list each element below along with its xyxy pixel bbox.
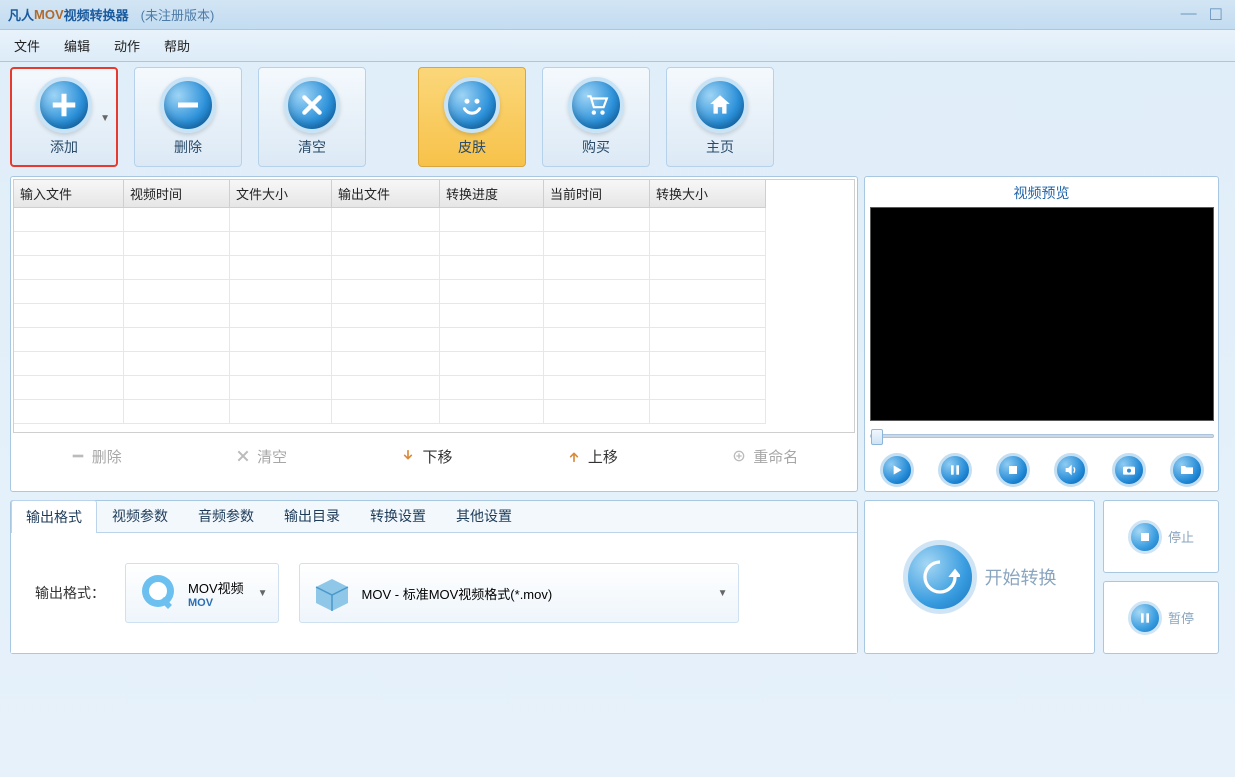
menu-help[interactable]: 帮助 — [164, 36, 190, 55]
col-convert-size[interactable]: 转换大小 — [650, 180, 766, 208]
format-category-dropdown[interactable]: MOV视频 MOV ▼ — [125, 563, 279, 623]
seek-bar[interactable] — [870, 427, 1214, 445]
minus-icon — [160, 77, 216, 133]
pause-icon — [1128, 601, 1162, 635]
tab-convert-settings[interactable]: 转换设置 — [355, 499, 441, 532]
window-controls: — ☐ — [1177, 5, 1227, 25]
menu-file[interactable]: 文件 — [14, 36, 40, 55]
format-category: MOV视频 — [188, 578, 244, 597]
clear-button[interactable]: 清空 — [258, 67, 366, 167]
app-title-post: 视频转换器 — [64, 5, 129, 24]
start-icon — [903, 540, 977, 614]
home-label: 主页 — [706, 137, 734, 157]
grid-header: 输入文件 视频时间 文件大小 输出文件 转换进度 当前时间 转换大小 — [14, 180, 854, 208]
menu-edit[interactable]: 编辑 — [64, 36, 90, 55]
home-icon — [692, 77, 748, 133]
add-button[interactable]: ▼ 添加 — [10, 67, 118, 167]
titlebar: 凡人 MOV 视频转换器 (未注册版本) — ☐ — [0, 0, 1235, 30]
tab-other-settings[interactable]: 其他设置 — [441, 499, 527, 532]
clear-label: 清空 — [298, 137, 326, 157]
list-move-up-button[interactable]: 上移 — [566, 446, 618, 467]
list-clear-button[interactable]: 清空 — [235, 446, 287, 467]
maximize-button[interactable]: ☐ — [1205, 5, 1227, 25]
pause-button[interactable] — [938, 453, 972, 487]
buy-button[interactable]: 购买 — [542, 67, 650, 167]
settings-tabs: 输出格式 视频参数 音频参数 输出目录 转换设置 其他设置 输出格式： MOV视… — [10, 500, 858, 654]
tab-output-format[interactable]: 输出格式 — [11, 500, 97, 533]
col-current-time[interactable]: 当前时间 — [544, 180, 650, 208]
tab-audio-params[interactable]: 音频参数 — [183, 499, 269, 532]
seek-thumb[interactable] — [871, 429, 883, 445]
preview-title: 视频预览 — [1014, 183, 1070, 203]
list-rename-button[interactable]: 重命名 — [731, 446, 798, 467]
volume-button[interactable] — [1054, 453, 1088, 487]
pause-convert-button[interactable]: 暂停 — [1103, 581, 1219, 654]
format-preset-dropdown[interactable]: MOV - 标准MOV视频格式(*.mov) ▼ — [299, 563, 739, 623]
col-file-size[interactable]: 文件大小 — [230, 180, 332, 208]
smile-icon — [444, 77, 500, 133]
col-output-file[interactable]: 输出文件 — [332, 180, 440, 208]
app-title-mid: MOV — [34, 7, 64, 22]
folder-button[interactable] — [1170, 453, 1204, 487]
quicktime-icon — [136, 571, 180, 615]
box-icon — [310, 571, 354, 615]
delete-label: 删除 — [174, 137, 202, 157]
x-icon — [284, 77, 340, 133]
chevron-down-icon: ▼ — [718, 588, 728, 599]
play-button[interactable] — [880, 453, 914, 487]
format-category-sub: MOV — [188, 597, 244, 609]
main-toolbar: ▼ 添加 删除 清空 皮肤 购买 主页 — [0, 62, 1235, 172]
add-label: 添加 — [50, 137, 78, 157]
tab-body-output: 输出格式： MOV视频 MOV ▼ MOV - 标准MOV视频格式(*.mov)… — [11, 533, 857, 653]
list-delete-button[interactable]: 删除 — [70, 446, 122, 467]
list-move-down-button[interactable]: 下移 — [400, 446, 452, 467]
playback-controls — [880, 453, 1204, 487]
menubar: 文件 编辑 动作 帮助 — [0, 30, 1235, 62]
start-convert-button[interactable]: 开始转换 — [864, 500, 1095, 654]
cart-icon — [568, 77, 624, 133]
preview-panel: 视频预览 — [864, 176, 1219, 492]
col-input-file[interactable]: 输入文件 — [14, 180, 124, 208]
app-title-pre: 凡人 — [8, 5, 34, 24]
delete-button[interactable]: 删除 — [134, 67, 242, 167]
convert-action-panel: 开始转换 停止 暂停 — [864, 500, 1219, 654]
video-preview[interactable] — [870, 207, 1214, 421]
home-button[interactable]: 主页 — [666, 67, 774, 167]
stop-convert-button[interactable]: 停止 — [1103, 500, 1219, 573]
skin-button[interactable]: 皮肤 — [418, 67, 526, 167]
file-grid[interactable]: 输入文件 视频时间 文件大小 输出文件 转换进度 当前时间 转换大小 — [13, 179, 855, 433]
dropdown-icon[interactable]: ▼ — [100, 113, 110, 124]
tab-output-dir[interactable]: 输出目录 — [269, 499, 355, 532]
format-preset: MOV - 标准MOV视频格式(*.mov) — [362, 584, 553, 603]
file-list-panel: 输入文件 视频时间 文件大小 输出文件 转换进度 当前时间 转换大小 — [10, 176, 858, 492]
plus-icon — [36, 77, 92, 133]
list-actions: 删除 清空 下移 上移 重命名 — [13, 433, 855, 479]
app-registration: (未注册版本) — [141, 5, 215, 24]
snapshot-button[interactable] — [1112, 453, 1146, 487]
col-video-time[interactable]: 视频时间 — [124, 180, 230, 208]
output-format-label: 输出格式： — [35, 583, 105, 603]
col-progress[interactable]: 转换进度 — [440, 180, 544, 208]
stop-icon — [1128, 520, 1162, 554]
chevron-down-icon: ▼ — [258, 588, 268, 599]
menu-action[interactable]: 动作 — [114, 36, 140, 55]
stop-button[interactable] — [996, 453, 1030, 487]
start-label: 开始转换 — [985, 564, 1057, 590]
grid-body[interactable] — [14, 208, 854, 432]
skin-label: 皮肤 — [458, 137, 486, 157]
buy-label: 购买 — [582, 137, 610, 157]
tab-video-params[interactable]: 视频参数 — [97, 499, 183, 532]
tab-header: 输出格式 视频参数 音频参数 输出目录 转换设置 其他设置 — [11, 501, 857, 533]
minimize-button[interactable]: — — [1177, 5, 1201, 25]
